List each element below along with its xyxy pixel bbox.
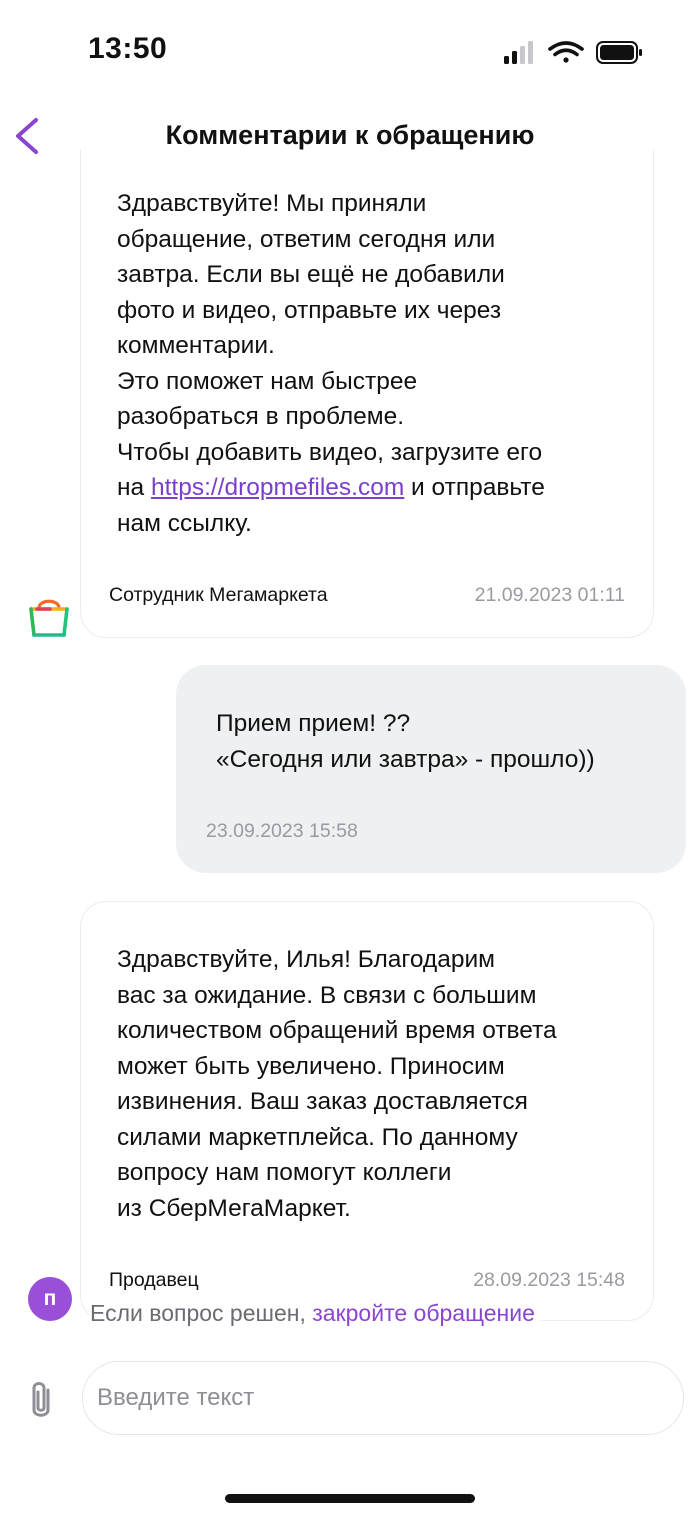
page-title: Комментарии к обращению	[165, 120, 535, 150]
status-time: 13:50	[88, 32, 168, 65]
message-bubble-incoming: Здравствуйте! Мы приняли обращение, отве…	[80, 150, 654, 638]
battery-icon	[596, 41, 642, 64]
message-date: 23.09.2023 15:58	[206, 820, 358, 842]
close-request-link[interactable]: закройте обращение	[312, 1300, 535, 1326]
signal-icon	[504, 41, 533, 64]
home-indicator	[225, 1494, 475, 1503]
message-text: Прием прием! ?? «Сегодня или завтра» - п…	[216, 710, 595, 773]
megamarket-bag-logo-icon	[29, 599, 69, 637]
resolved-hint: Если вопрос решен, закройте обращение	[90, 1300, 541, 1327]
status-icons	[504, 41, 642, 64]
message-date: 28.09.2023 15:48	[473, 1269, 625, 1291]
status-bar: 13:50	[0, 0, 700, 100]
dropmefiles-link[interactable]: https://dropmefiles.com	[151, 474, 404, 501]
message-text: Здравствуйте, Илья! Благодарим вас за ож…	[117, 946, 557, 1222]
message-author: Сотрудник Мегамаркета	[109, 584, 328, 606]
seller-avatar: п	[28, 1277, 72, 1321]
message-date: 21.09.2023 01:11	[474, 584, 625, 606]
paperclip-icon[interactable]	[24, 1378, 58, 1424]
message-input[interactable]	[82, 1361, 684, 1435]
message-author: Продавец	[109, 1269, 199, 1291]
message-bubble-outgoing: Прием прием! ?? «Сегодня или завтра» - п…	[176, 665, 686, 873]
message-bubble-incoming: Здравствуйте, Илья! Благодарим вас за ож…	[80, 901, 654, 1321]
wifi-icon	[548, 41, 584, 63]
message-text: Здравствуйте! Мы приняли обращение, отве…	[117, 190, 545, 537]
